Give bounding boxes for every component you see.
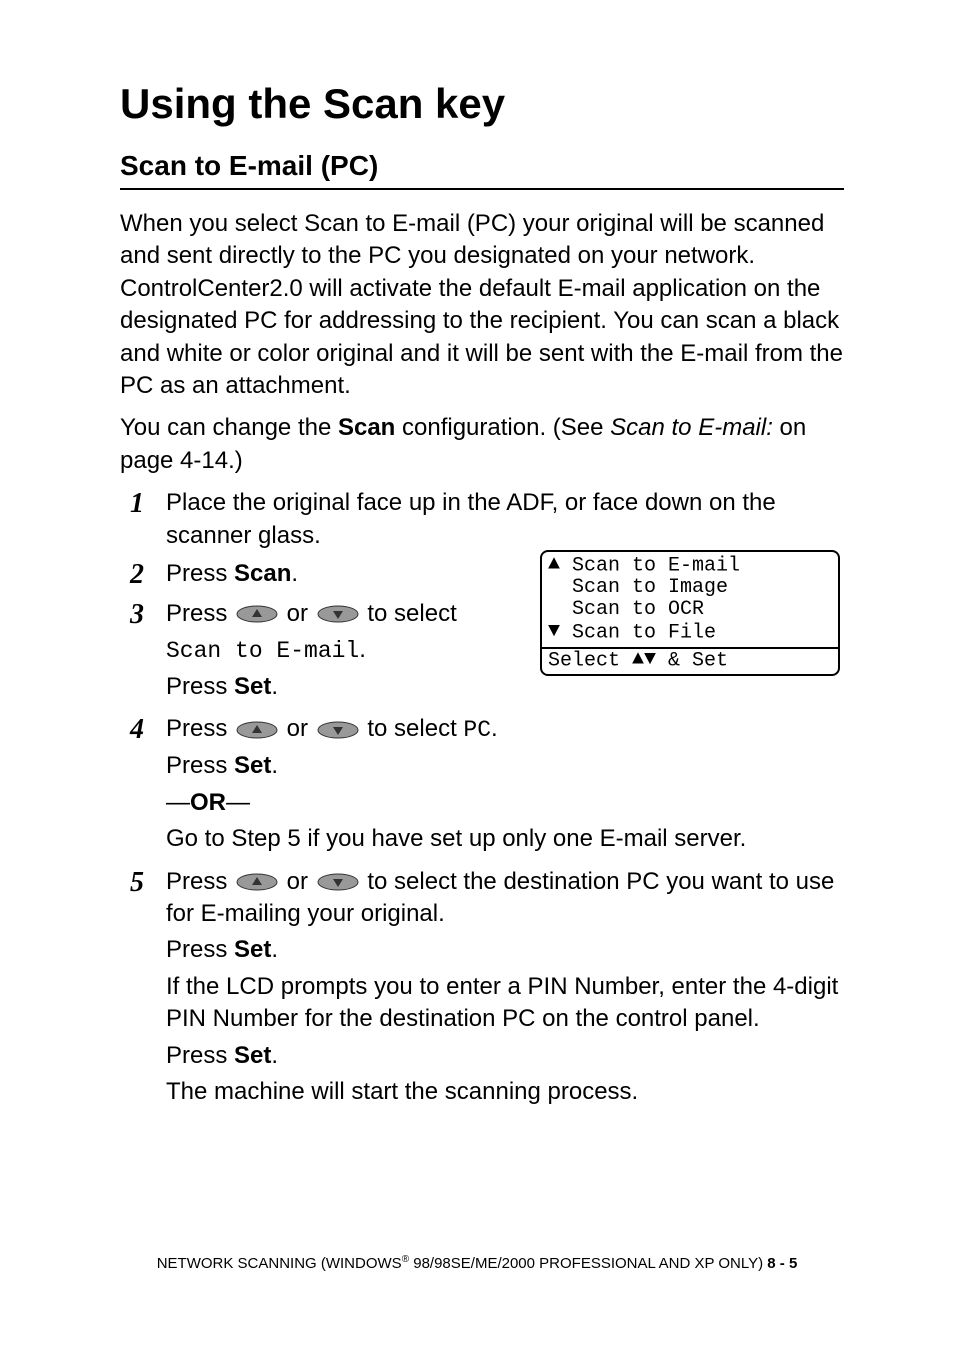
- intro-paragraph-1: When you select Scan to E-mail (PC) your…: [120, 208, 844, 402]
- text: Press: [166, 936, 234, 963]
- or-text: OR: [190, 789, 226, 816]
- set-key: Set: [234, 1042, 271, 1069]
- down-key-icon: [317, 721, 359, 739]
- step-number: 2: [120, 558, 166, 592]
- down-arrow-icon: ▼: [644, 649, 656, 671]
- step-number: 5: [120, 866, 166, 900]
- or-separator: —OR—: [166, 787, 844, 819]
- text: to select: [361, 600, 457, 627]
- text: .: [271, 752, 278, 779]
- lcd-text: Scan to OCR: [572, 598, 704, 621]
- lcd-text: Scan to E-mail: [572, 554, 740, 577]
- text: .: [271, 936, 278, 963]
- text: or: [280, 715, 315, 742]
- set-key: Set: [234, 752, 271, 779]
- registered-icon: ®: [402, 1254, 409, 1265]
- footer-text: 98/98SE/ME/2000 PROFESSIONAL AND XP ONLY…: [409, 1255, 767, 1272]
- page-title: Using the Scan key: [120, 80, 844, 128]
- set-key: Set: [234, 673, 271, 700]
- down-key-icon: [317, 605, 359, 623]
- step-5: 5 Press or to select the destination PC …: [120, 866, 844, 1113]
- text: Press: [166, 600, 234, 627]
- text: .: [271, 673, 278, 700]
- section-heading: Scan to E-mail (PC): [120, 150, 844, 190]
- step-1: 1 Place the original face up in the ADF,…: [120, 487, 844, 552]
- text: .: [491, 715, 498, 742]
- lcd-text: Scan to File: [572, 622, 716, 645]
- text: You can change the: [120, 414, 338, 441]
- down-arrow-icon: ▼: [548, 621, 560, 643]
- text: Press: [166, 868, 234, 895]
- text: Press: [166, 1042, 234, 1069]
- step-body: Press or to select the destination PC yo…: [166, 866, 844, 1113]
- lcd-row: Scan to Image: [548, 577, 832, 599]
- intro-paragraph-2: You can change the Scan configuration. (…: [120, 412, 844, 477]
- text: If the LCD prompts you to enter a PIN Nu…: [166, 971, 844, 1036]
- text: Press: [166, 673, 234, 700]
- step-body: Press or to select PC. Press Set. —OR— G…: [166, 713, 844, 859]
- up-key-icon: [236, 873, 278, 891]
- text: .: [291, 560, 298, 587]
- see-link: Scan to E-mail:: [610, 414, 773, 441]
- step-number: 1: [120, 487, 166, 521]
- text: or: [280, 600, 315, 627]
- page-footer: NETWORK SCANNING (WINDOWS® 98/98SE/ME/20…: [0, 1254, 954, 1272]
- pc-option: PC: [463, 717, 491, 743]
- step-body: Press or to select Scan to E-mail. Press…: [166, 598, 586, 708]
- lcd-row: ▼ Scan to File: [548, 621, 832, 644]
- text: Go to Step 5 if you have set up only one…: [166, 823, 844, 855]
- lcd-text: Scan to Image: [572, 576, 728, 599]
- footer-text: NETWORK SCANNING (WINDOWS: [157, 1255, 402, 1272]
- step-number: 4: [120, 713, 166, 747]
- text: to select: [361, 715, 464, 742]
- step-4: 4 Press or to select PC. Press Set. —OR—…: [120, 713, 844, 859]
- text: The machine will start the scanning proc…: [166, 1076, 844, 1108]
- up-key-icon: [236, 605, 278, 623]
- lcd-text: Select: [548, 649, 632, 672]
- up-arrow-icon: ▲: [548, 554, 560, 576]
- scan-bold: Scan: [338, 414, 395, 441]
- lcd-row: ▲ Scan to E-mail: [548, 554, 832, 577]
- up-arrow-icon: ▲: [632, 649, 644, 671]
- menu-option: Scan to E-mail: [166, 638, 359, 664]
- lcd-status-row: Select ▲▼ & Set: [542, 647, 838, 674]
- scan-key: Scan: [234, 560, 291, 587]
- text: or: [280, 868, 315, 895]
- dash: —: [166, 789, 190, 816]
- step-body: Place the original face up in the ADF, o…: [166, 487, 844, 552]
- text: configuration. (See: [395, 414, 610, 441]
- text: Press: [166, 560, 234, 587]
- up-key-icon: [236, 721, 278, 739]
- text: .: [271, 1042, 278, 1069]
- step-number: 3: [120, 598, 166, 632]
- text: Press: [166, 752, 234, 779]
- text: Press: [166, 715, 234, 742]
- lcd-display: ▲ Scan to E-mail Scan to Image Scan to O…: [540, 550, 840, 676]
- text: .: [359, 636, 366, 663]
- set-key: Set: [234, 936, 271, 963]
- dash: —: [226, 789, 250, 816]
- lcd-text: & Set: [656, 649, 728, 672]
- lcd-row: Scan to OCR: [548, 599, 832, 621]
- down-key-icon: [317, 873, 359, 891]
- page-number: 8 - 5: [767, 1255, 797, 1272]
